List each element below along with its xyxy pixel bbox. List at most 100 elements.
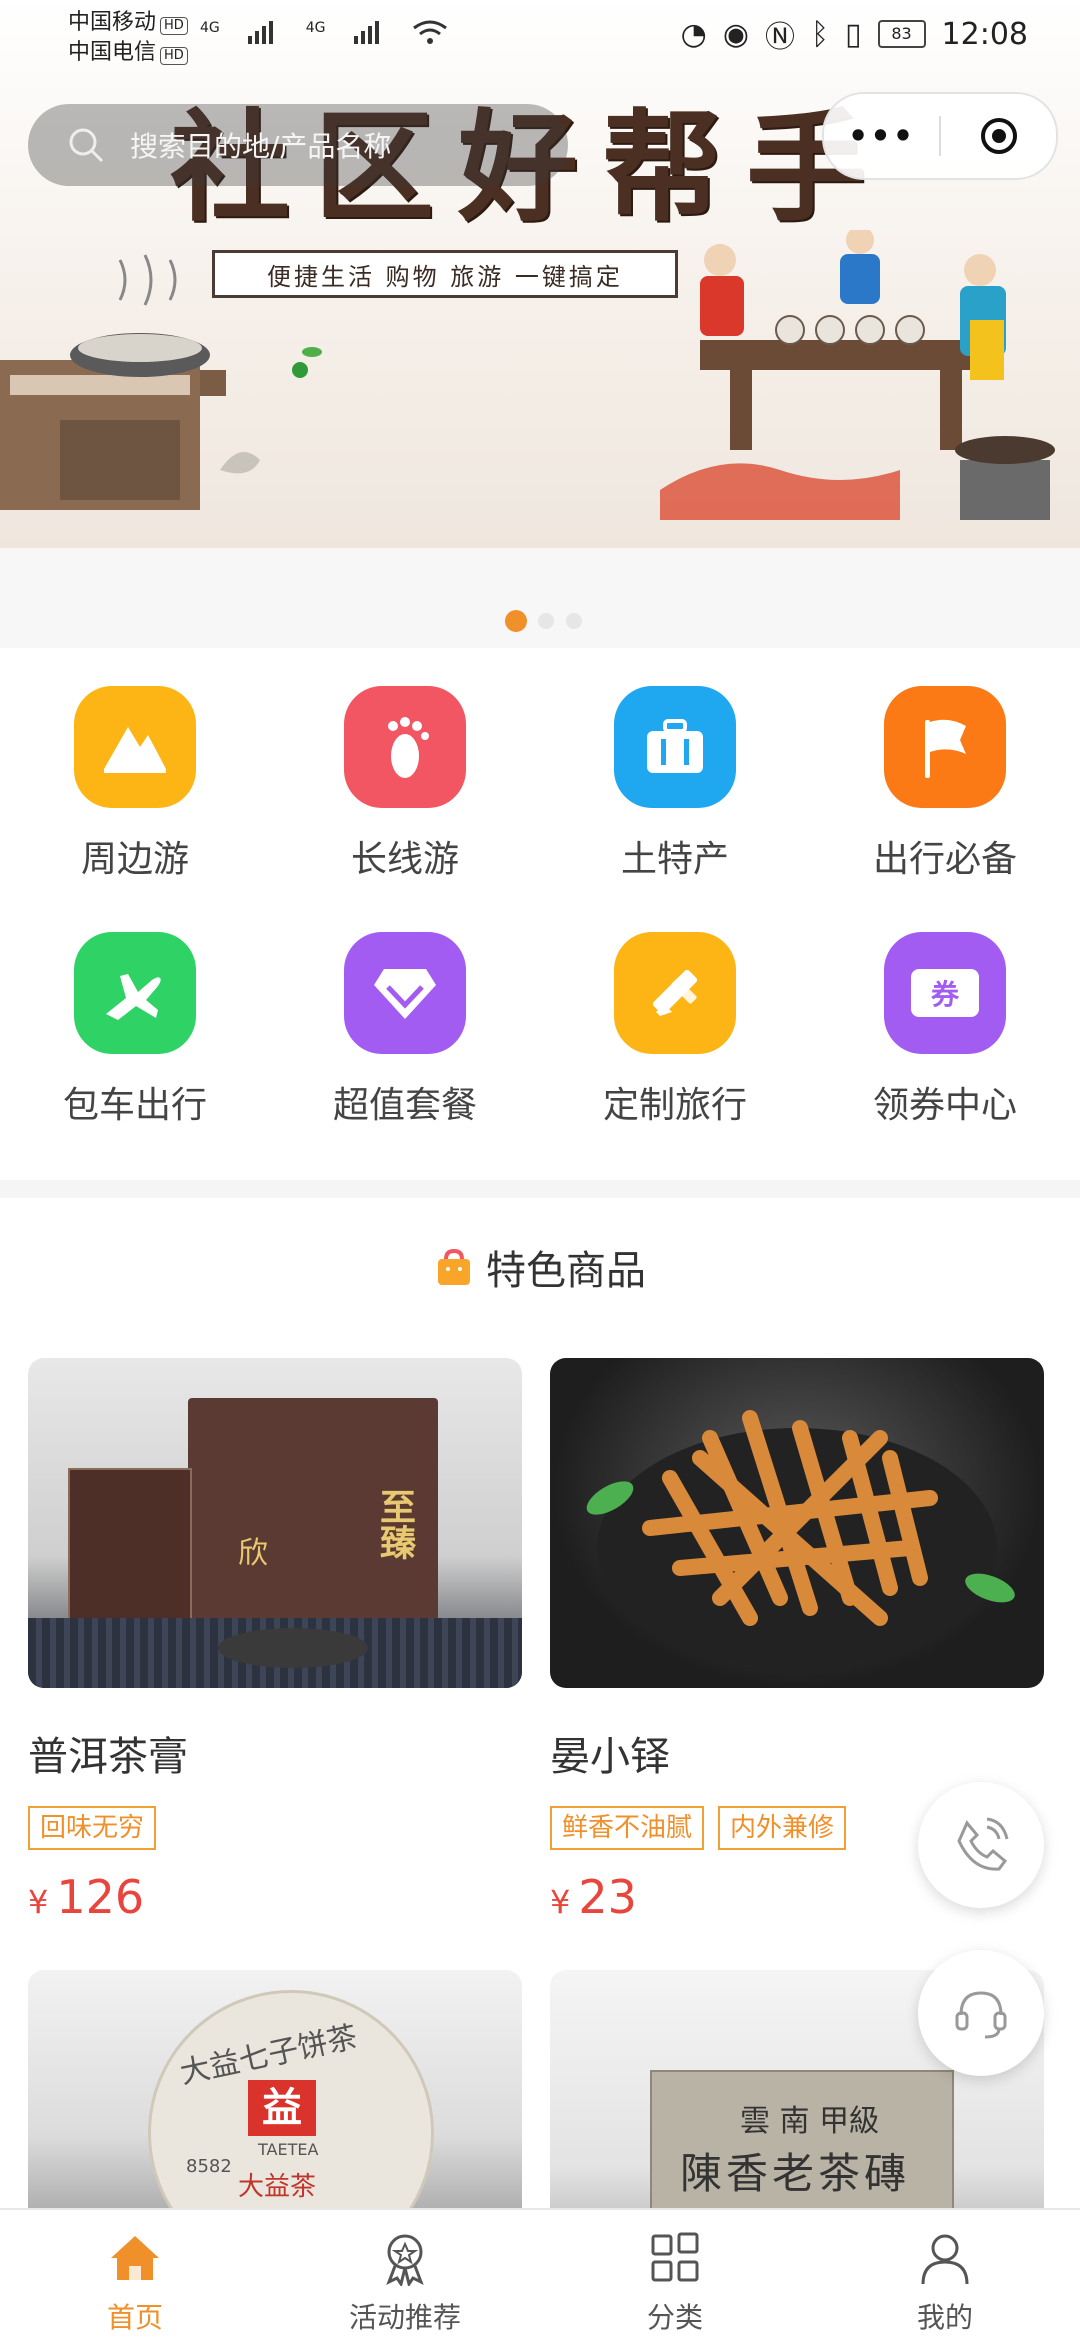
- tab-mine[interactable]: 我的: [810, 2210, 1080, 2342]
- banner-dot-active[interactable]: [505, 610, 527, 632]
- category-item[interactable]: 长线游: [270, 648, 540, 894]
- product-tags: 回味无穷: [28, 1806, 522, 1850]
- banner-dot[interactable]: [538, 613, 554, 629]
- network-4g: 4G: [305, 20, 326, 36]
- bottom-tab-bar: 首页 活动推荐 分类 我的: [0, 2208, 1080, 2342]
- featured-header: 特色商品: [0, 1238, 1080, 1296]
- hero-banner[interactable]: 社区好帮手 便捷生活 购物 旅游 一键搞定: [0, 0, 1080, 548]
- airplane-icon: [74, 932, 196, 1054]
- currency-symbol: ¥: [28, 1883, 49, 1921]
- category-item[interactable]: 出行必备: [810, 648, 1080, 894]
- target-icon: [980, 118, 1017, 154]
- category-label: 超值套餐: [332, 1085, 477, 1126]
- badge-icon: [270, 2230, 540, 2290]
- price-value: 23: [578, 1870, 637, 1924]
- price-value: 126: [56, 1870, 145, 1924]
- product-tag: 鲜香不油腻: [550, 1806, 705, 1850]
- status-bar: 中国移动 HD 中国电信 HD 4G 4G ◔ ◉ Ⓝ ᛒ ▯ 83 12:08: [0, 0, 1080, 70]
- featured-title: 特色商品: [486, 1248, 646, 1294]
- tab-activities[interactable]: 活动推荐: [270, 2210, 540, 2342]
- flag-icon: [884, 686, 1006, 808]
- user-icon: [810, 2230, 1080, 2290]
- close-miniprogram-button[interactable]: [941, 116, 1056, 156]
- product-tag: 回味无穷: [28, 1806, 157, 1850]
- category-label: 领券中心: [872, 1085, 1017, 1126]
- footprint-icon: [344, 686, 466, 808]
- tea-box-text: 欣: [238, 1536, 268, 1571]
- tab-home[interactable]: 首页: [0, 2210, 270, 2342]
- category-label: 土特产: [620, 839, 729, 880]
- product-image: 至臻 欣: [28, 1358, 522, 1688]
- status-right: ◔ ◉ Ⓝ ᛒ ▯ 83 12:08: [681, 12, 1028, 56]
- signal-icon: [247, 21, 273, 44]
- tea-box-text: 至臻: [374, 1488, 415, 1560]
- banner-illustration-left: [0, 254, 322, 510]
- nfc-icon: Ⓝ: [765, 20, 796, 55]
- home-icon: [0, 2230, 270, 2290]
- data-saver-icon: ◔: [680, 16, 707, 52]
- tea-brick-text: 雲 南 甲級: [740, 2104, 880, 2139]
- miniprogram-capsule: •••: [822, 92, 1058, 180]
- category-item[interactable]: 定制旅行: [540, 894, 810, 1140]
- search-icon: [69, 128, 104, 163]
- carrier-1: 中国移动: [68, 10, 157, 35]
- category-label: 长线游: [350, 839, 459, 880]
- banner-illustration-right: [660, 230, 1055, 520]
- tea-cake-number: 8582: [186, 2156, 232, 2177]
- currency-symbol: ¥: [550, 1883, 571, 1921]
- product-image: [550, 1358, 1044, 1688]
- search-bar[interactable]: 搜索目的地/产品名称: [28, 104, 568, 186]
- tab-label: 首页: [106, 2301, 163, 2334]
- hd-badge: HD: [160, 17, 188, 35]
- category-item[interactable]: 超值套餐: [270, 894, 540, 1140]
- tab-label: 分类: [646, 2301, 703, 2334]
- battery-icon: 83: [877, 20, 926, 48]
- wifi-icon: [412, 20, 447, 44]
- call-button[interactable]: [918, 1782, 1044, 1908]
- tea-cake-text: 大益茶: [238, 2172, 317, 2202]
- banner-indicator-area: [0, 548, 1080, 648]
- bluetooth-icon: ᛒ: [811, 16, 830, 52]
- more-button[interactable]: •••: [824, 117, 939, 155]
- category-label: 周边游: [80, 839, 189, 880]
- category-item[interactable]: 周边游: [0, 648, 270, 894]
- coupon-icon: 券: [884, 932, 1006, 1054]
- search-placeholder: 搜索目的地/产品名称: [130, 130, 392, 163]
- signal-group: 4G 4G: [200, 20, 448, 46]
- coupon-icon-text: 券: [911, 969, 979, 1017]
- tab-label: 活动推荐: [348, 2301, 461, 2334]
- hd-badge: HD: [160, 47, 188, 65]
- customer-service-button[interactable]: [918, 1950, 1044, 2076]
- vibrate-icon: ▯: [845, 16, 862, 52]
- product-name: 普洱茶膏: [28, 1734, 188, 1780]
- product-name: 晏小铎: [550, 1734, 670, 1780]
- network-4g: 4G: [200, 20, 220, 36]
- grid-icon: [540, 2230, 810, 2290]
- product-tag: 内外兼修: [718, 1806, 847, 1850]
- category-label: 出行必备: [872, 839, 1017, 880]
- category-label: 定制旅行: [602, 1085, 747, 1126]
- product-price: ¥126: [28, 1870, 522, 1924]
- category-item[interactable]: 券 领券中心: [810, 894, 1080, 1140]
- featured-section: 特色商品 至臻 欣 普洱茶膏 回味无穷 ¥126 晏小铎 鲜香不油腻 内外兼修 …: [0, 1198, 1080, 2300]
- tea-cake-text: TAETEA: [258, 2140, 319, 2159]
- signal-icon: [353, 21, 379, 44]
- phone-icon: [957, 1817, 1009, 1871]
- eye-comfort-icon: ◉: [722, 16, 750, 52]
- pencil-ruler-icon: [614, 932, 736, 1054]
- banner-dot[interactable]: [566, 613, 582, 629]
- diamond-icon: [344, 932, 466, 1054]
- mountain-icon: [74, 686, 196, 808]
- category-item[interactable]: 土特产: [540, 648, 810, 894]
- category-item[interactable]: 包车出行: [0, 894, 270, 1140]
- tea-brick-text: 陳香老茶磚: [680, 2149, 911, 2198]
- carrier-info: 中国移动 HD 中国电信 HD: [68, 8, 188, 68]
- luggage-icon: [614, 686, 736, 808]
- tea-cake-logo: 益: [248, 2080, 316, 2136]
- gift-bag-icon: [438, 1248, 470, 1285]
- clock: 12:08: [941, 16, 1028, 52]
- tab-categories[interactable]: 分类: [540, 2210, 810, 2342]
- carrier-2: 中国电信: [68, 40, 157, 65]
- category-label: 包车出行: [62, 1085, 207, 1126]
- product-card[interactable]: 至臻 欣 普洱茶膏 回味无穷 ¥126: [28, 1358, 522, 1924]
